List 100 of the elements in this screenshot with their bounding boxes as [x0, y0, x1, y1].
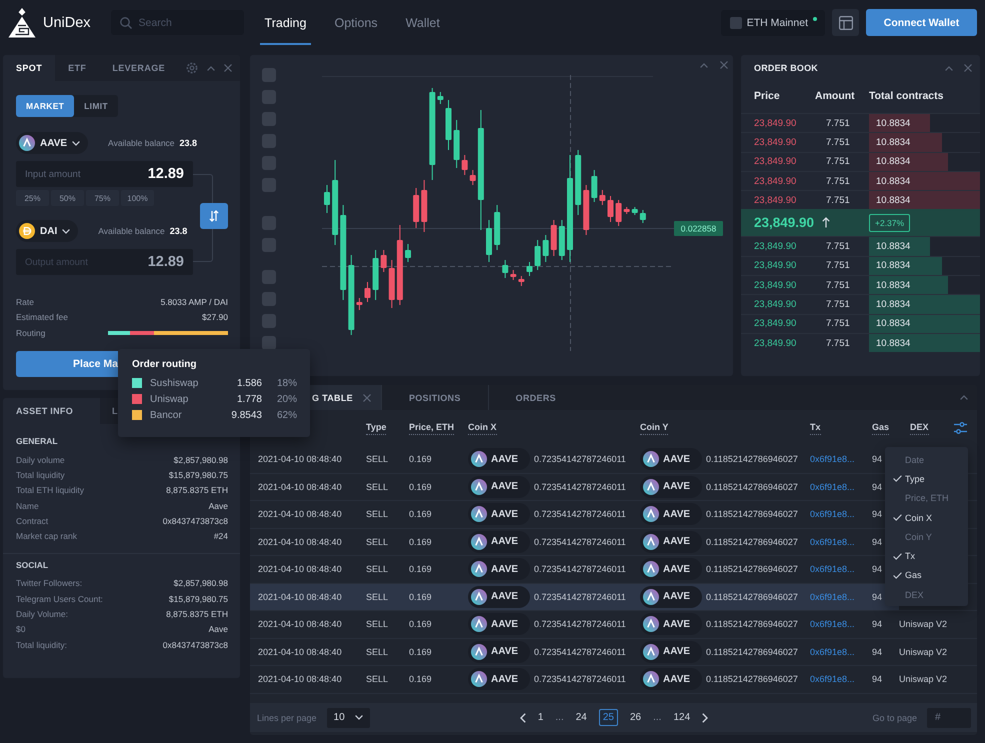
swap-direction-button[interactable] [200, 203, 228, 229]
table-row[interactable]: 2021-04-10 08:48:40 SELL 0.169 AAVE 0.72354142787246011 AAVE 0.11852142786946027 0x6f91e8... 94 [250, 666, 899, 692]
chart-tool-icon[interactable] [262, 292, 276, 306]
chevron-up-icon[interactable] [960, 395, 968, 400]
balance-label: Available balance [98, 226, 165, 236]
panel-tab[interactable]: LEVERAGE [99, 55, 178, 81]
page-link[interactable]: 24 [572, 709, 591, 726]
nav-tab[interactable]: Options [329, 0, 383, 45]
tx-hash-link[interactable]: 0x6f91e8... [810, 592, 855, 602]
chevron-up-icon[interactable] [945, 66, 953, 70]
tx-hash-link[interactable]: 0x6f91e8... [810, 536, 855, 547]
order-amount: 7.751 [826, 176, 850, 187]
chart-tool-icon[interactable] [262, 90, 276, 104]
tx-hash-link[interactable]: 0x6f91e8... [810, 564, 855, 574]
panel-tab[interactable]: G TABLE [310, 385, 381, 410]
page-size-select[interactable]: 10 [326, 708, 370, 728]
chart-tool-icon[interactable] [262, 156, 276, 170]
table-row[interactable]: 2021-04-10 08:48:40 SELL 0.169 AAVE 0.72354142787246011 AAVE 0.11852142786946027 0x6f91e8... 94 [250, 584, 899, 610]
close-icon[interactable] [362, 394, 371, 402]
token-icon [471, 588, 487, 605]
detail-value: 5.8033 AMP / DAI [160, 296, 228, 307]
column-header[interactable]: Price, ETH [409, 422, 454, 434]
chevron-up-icon[interactable] [700, 62, 708, 68]
close-icon[interactable] [224, 64, 232, 72]
chart-tool-icon[interactable] [262, 178, 276, 192]
order-total: 10.8834 [876, 241, 910, 252]
tx-hash-link[interactable]: 0x6f91e8... [810, 646, 855, 657]
nav-tab[interactable]: Wallet [400, 0, 445, 45]
route-share: 20% [276, 394, 297, 404]
ask-price: 23,849.90 [754, 156, 796, 168]
token-selector[interactable]: DAI [16, 220, 78, 242]
nav-tab[interactable]: Trading [260, 0, 312, 45]
chart-tool-icon[interactable] [262, 216, 276, 230]
panel-tab[interactable]: ASSET INFO [3, 398, 100, 424]
table-row[interactable]: 2021-04-10 08:48:40 SELL 0.169 AAVE 0.72354142787246011 AAVE 0.11852142786946027 0x6f91e8... 94 [250, 638, 899, 665]
layout-button[interactable] [832, 9, 859, 36]
coin-symbol: AAVE [663, 508, 690, 520]
tx-hash-link[interactable]: 0x6f91e8... [810, 674, 855, 684]
trade-date: 2021-04-10 08:48:40 [258, 536, 342, 547]
token-selector[interactable]: AAVE [16, 132, 88, 154]
falling-candle [380, 250, 387, 272]
chart-tool-icon[interactable] [262, 238, 276, 252]
page-link[interactable]: 26 [626, 709, 646, 726]
chart-tool-icon[interactable] [262, 68, 276, 82]
info-value: $2,857,980.98 [174, 454, 228, 465]
page-link[interactable]: 25 [598, 709, 618, 726]
tx-hash-link[interactable]: 0x6f91e8... [810, 509, 855, 520]
place-order-button[interactable]: Place Ma [16, 350, 118, 376]
info-label: Total liquidity [16, 470, 65, 480]
column-header[interactable]: Coin Y [640, 422, 668, 434]
tx-hash-link[interactable]: 0x6f91e8... [810, 454, 855, 464]
chart-tool-icon[interactable] [262, 270, 276, 284]
search-field[interactable]: Search [110, 10, 244, 35]
network-selector[interactable]: ETH Mainnet [720, 10, 825, 36]
chart-tool-icon[interactable] [262, 134, 276, 148]
falling-candle [470, 170, 476, 186]
panel-tab[interactable]: ETF [55, 55, 100, 81]
table-row[interactable]: 2021-04-10 08:48:40 SELL 0.169 AAVE 0.72354142787246011 AAVE 0.11852142786946027 0x6f91e8... 94 [250, 611, 899, 638]
column-header[interactable]: Gas [872, 422, 890, 434]
column-header[interactable]: Tx [810, 422, 821, 434]
sliders-icon[interactable] [954, 422, 967, 434]
token-icon [471, 671, 487, 688]
percent-button[interactable]: 75% [86, 190, 119, 206]
column-header[interactable]: DEX [910, 422, 929, 434]
token-icon [643, 534, 659, 550]
settings-icon[interactable] [186, 62, 198, 74]
page-link[interactable]: 124 [669, 709, 694, 726]
chart-tool-icon[interactable] [262, 314, 276, 328]
token-icon [471, 561, 487, 578]
coin-symbol: AAVE [663, 481, 690, 492]
popup-title: Order routing [132, 358, 198, 372]
percent-button[interactable]: 25% [16, 190, 49, 206]
chevron-up-icon[interactable] [207, 66, 215, 70]
percent-button[interactable]: 50% [51, 190, 84, 206]
panel-tab[interactable]: SPOT [3, 55, 56, 81]
page-input[interactable]: # [927, 708, 971, 728]
tx-hash-link[interactable]: 0x6f91e8... [810, 619, 855, 630]
column-header[interactable]: Coin X [468, 422, 496, 434]
panel-tab[interactable]: L [100, 398, 118, 424]
chevron-right-icon[interactable] [702, 712, 708, 722]
panel-tab[interactable]: ORDERS [488, 385, 583, 410]
amount-field[interactable]: Input amount 12.89 [16, 161, 193, 187]
coin-symbol: AAVE [491, 591, 518, 602]
order-type-button[interactable]: MARKET [16, 95, 74, 117]
column-header[interactable]: Type [366, 422, 386, 434]
connect-wallet-button[interactable]: Connect Wallet [866, 9, 977, 36]
panel-tab[interactable]: POSITIONS [380, 385, 488, 410]
tx-hash-link[interactable]: 0x6f91e8... [810, 482, 855, 492]
trade-type: SELL [366, 564, 388, 574]
section-title: SOCIAL [16, 558, 50, 572]
chart-tool-icon[interactable] [262, 336, 276, 350]
close-icon[interactable] [720, 61, 728, 69]
chart-tool-icon[interactable] [262, 112, 276, 126]
page-link[interactable]: 1 [534, 709, 548, 726]
percent-button[interactable]: 100% [121, 190, 154, 206]
info-label: Daily Volume: [16, 609, 68, 620]
order-type-button[interactable]: LIMIT [74, 95, 118, 117]
chevron-left-icon[interactable] [520, 712, 526, 722]
balance-value: 23.8 [170, 226, 188, 236]
close-icon[interactable] [964, 64, 972, 72]
